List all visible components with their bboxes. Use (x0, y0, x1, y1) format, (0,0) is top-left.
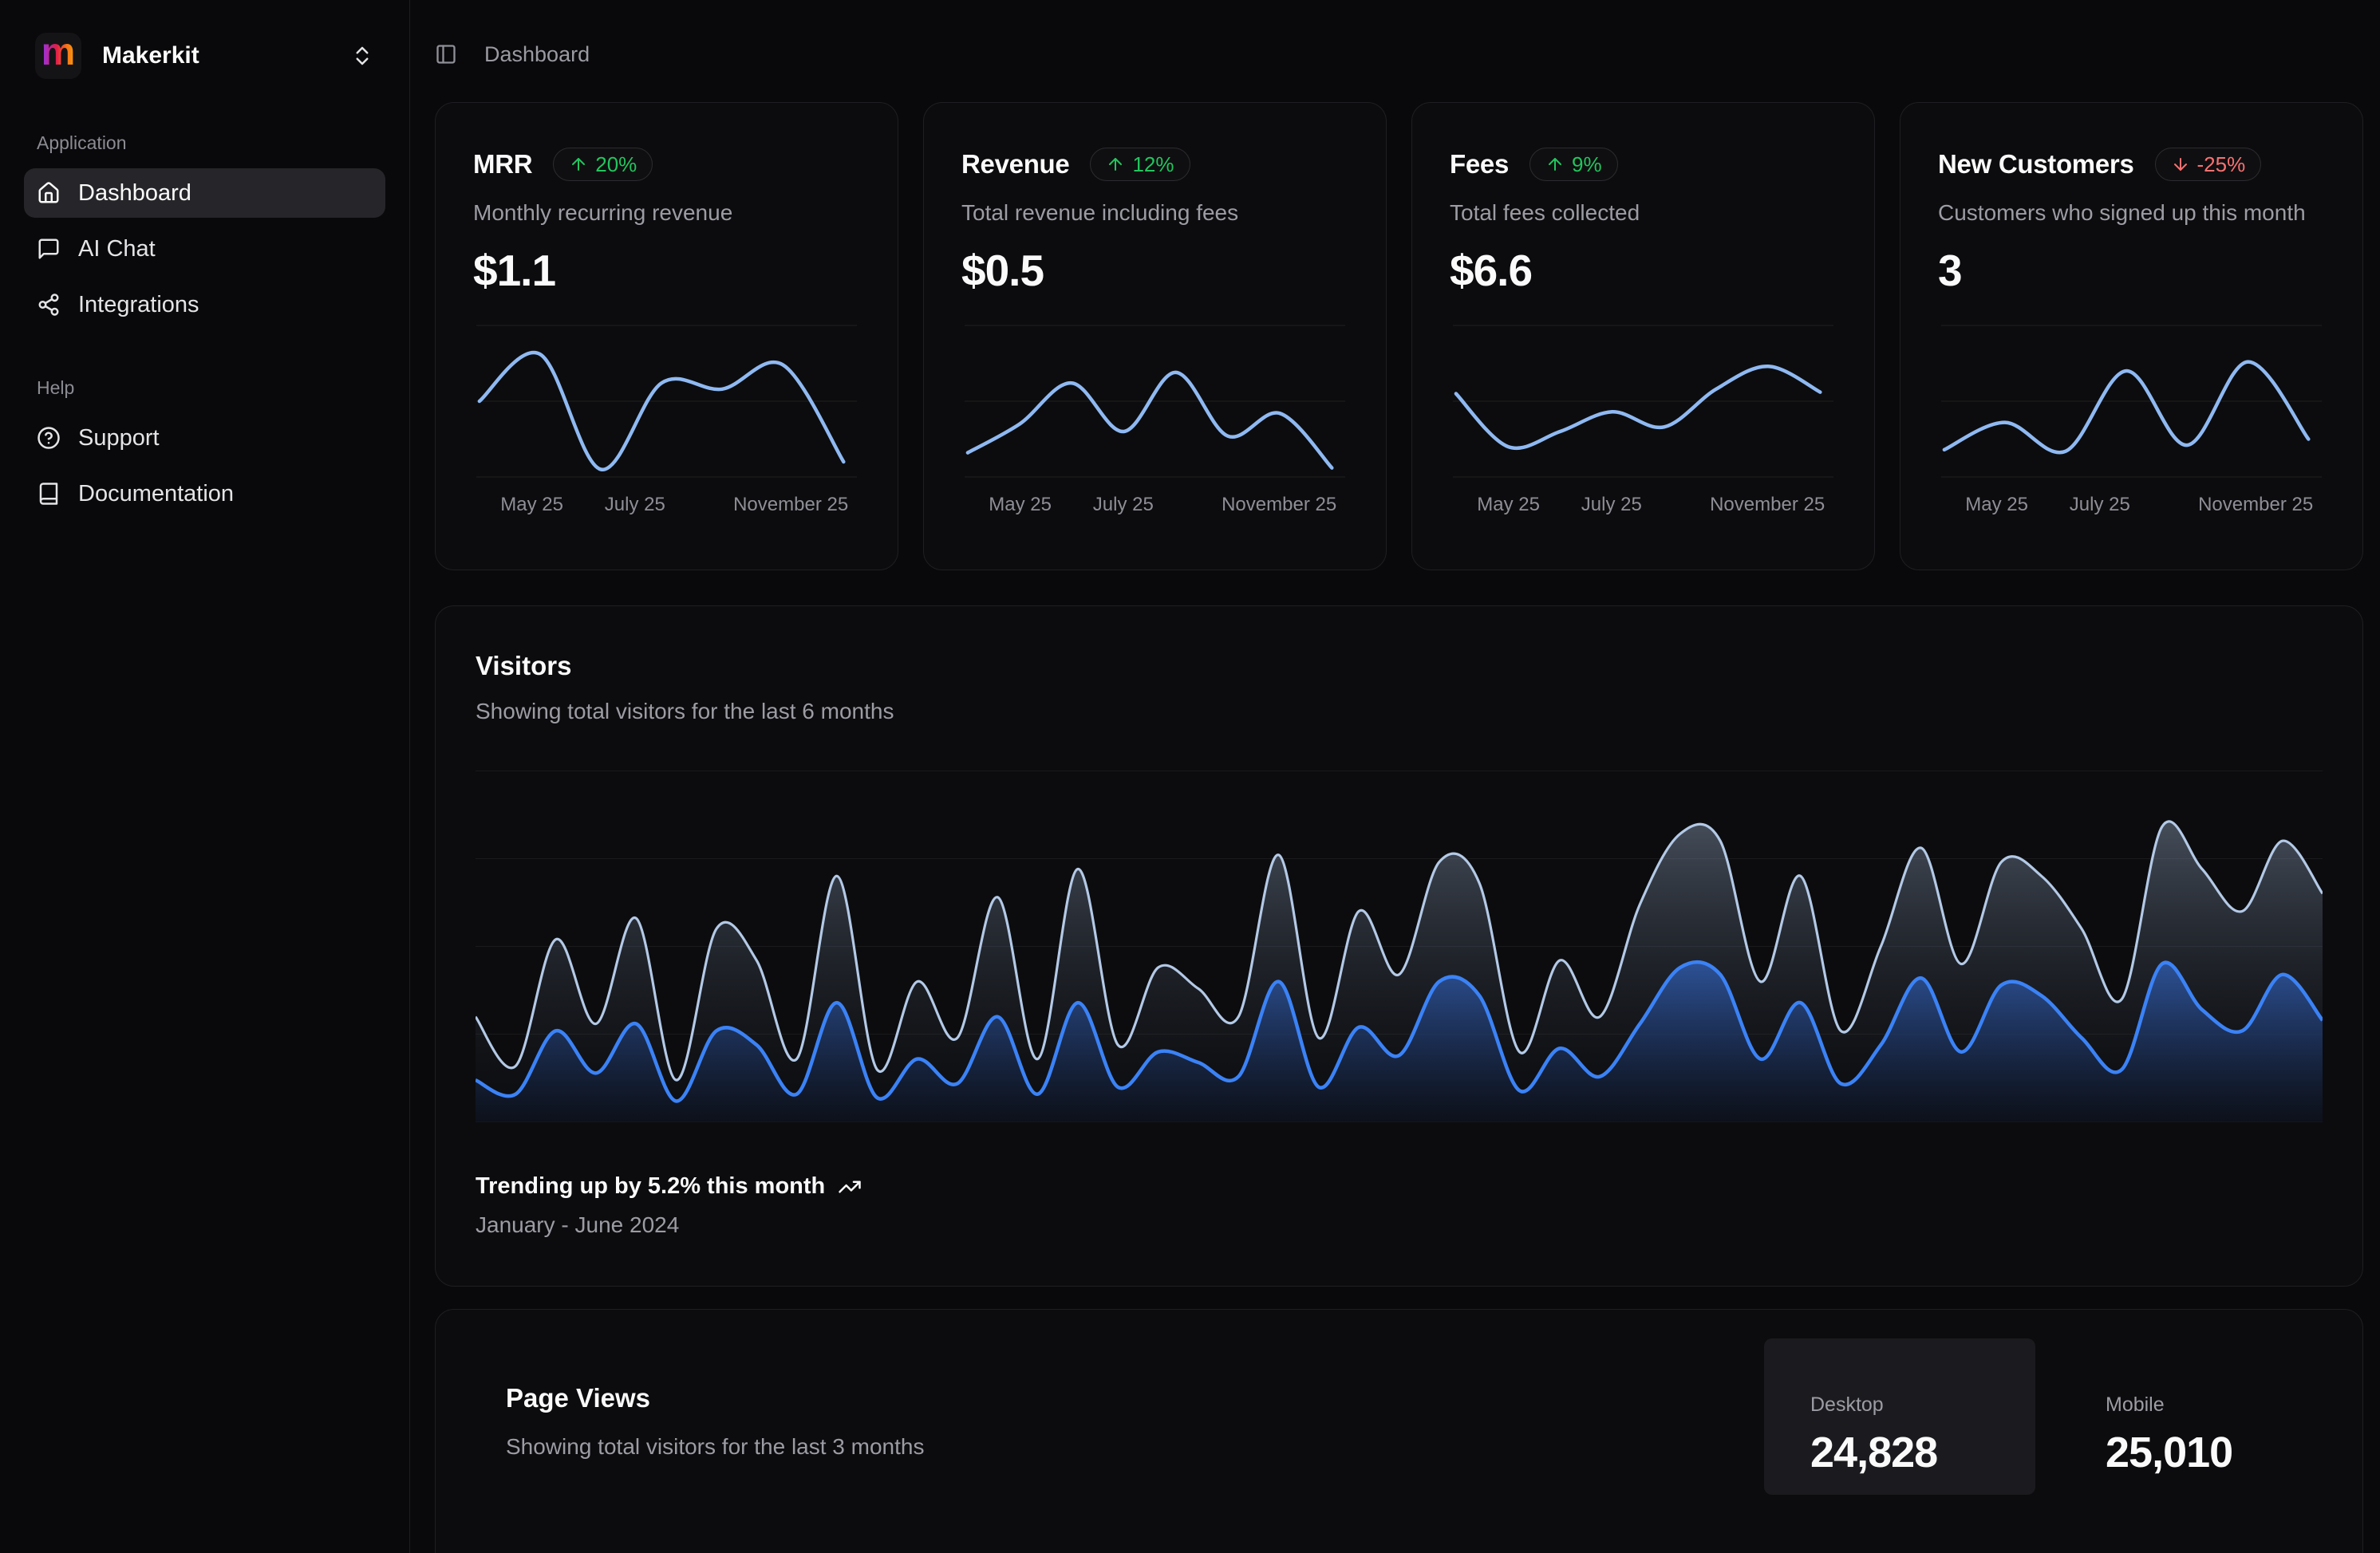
stat-card-value: 3 (1938, 245, 2325, 296)
sidebar-item-label: Integrations (78, 292, 199, 318)
stat-card-mrr: MRR 20% Monthly recurring revenue $1.1 M… (435, 102, 898, 570)
arrow-up-icon (569, 155, 588, 174)
stat-card-revenue: Revenue 12% Total revenue including fees… (923, 102, 1387, 570)
sidebar-nav: Application Dashboard AI Chat Integratio… (24, 132, 385, 518)
trend-badge-value: -25% (2197, 152, 2246, 177)
axis-label: May 25 (1477, 494, 1540, 516)
visitors-trend-text: Trending up by 5.2% this month (476, 1173, 825, 1200)
stat-card-subtitle: Customers who signed up this month (1938, 200, 2325, 226)
visitors-card: Visitors Showing total visitors for the … (435, 605, 2363, 1287)
page-views-tabs: Desktop 24,828 Mobile 25,010 (1764, 1338, 2331, 1495)
section-label-application: Application (37, 132, 373, 154)
sidebar-item-documentation[interactable]: Documentation (24, 469, 385, 518)
sparkline-chart: May 25 July 25 November 25 (1938, 320, 2325, 559)
sidebar-item-label: Dashboard (78, 180, 191, 207)
sidebar-item-dashboard[interactable]: Dashboard (24, 168, 385, 218)
stat-card-value: $0.5 (961, 245, 1348, 296)
sidebar: m Makerkit Application Dashboard AI Chat… (0, 0, 410, 1553)
visitors-subtitle: Showing total visitors for the last 6 mo… (476, 699, 2323, 724)
page-views-tab-value: 25,010 (2106, 1428, 2331, 1477)
stat-card-title: New Customers (1938, 149, 2134, 179)
home-icon (37, 181, 61, 205)
axis-label: November 25 (733, 494, 848, 516)
sparkline-chart: May 25 July 25 November 25 (1450, 320, 1837, 559)
breadcrumb: Dashboard (484, 42, 590, 67)
stat-card-header: Fees 9% (1450, 148, 1837, 181)
trending-up-icon (838, 1175, 862, 1199)
help-icon (37, 426, 61, 450)
axis-label: November 25 (1710, 494, 1825, 516)
stat-card-subtitle: Total revenue including fees (961, 200, 1348, 226)
axis-label: May 25 (1965, 494, 2028, 516)
sparkline-svg (473, 320, 860, 483)
arrow-up-icon (1545, 155, 1565, 174)
page-views-tab-label: Desktop (1810, 1393, 2035, 1417)
sidebar-item-label: Support (78, 425, 160, 451)
trend-badge: 12% (1090, 148, 1190, 181)
page-views-tab-label: Mobile (2106, 1393, 2331, 1417)
arrow-down-icon (2171, 155, 2190, 174)
section-label-help: Help (37, 377, 373, 399)
stat-card-header: Revenue 12% (961, 148, 1348, 181)
arrow-up-icon (1106, 155, 1125, 174)
trend-badge: 20% (553, 148, 653, 181)
stat-card-header: New Customers -25% (1938, 148, 2325, 181)
sidebar-item-support[interactable]: Support (24, 413, 385, 463)
stat-card-grid: MRR 20% Monthly recurring revenue $1.1 M… (435, 102, 2363, 570)
stat-card-subtitle: Monthly recurring revenue (473, 200, 860, 226)
axis-label: July 25 (1581, 494, 1642, 516)
share-icon (37, 293, 61, 317)
stat-card-new-customers: New Customers -25% Customers who signed … (1900, 102, 2363, 570)
axis-label: November 25 (1222, 494, 1336, 516)
axis-label: May 25 (500, 494, 563, 516)
trend-badge: -25% (2155, 148, 2262, 181)
trend-badge: 9% (1529, 148, 1618, 181)
axis-label: July 25 (1093, 494, 1154, 516)
trend-badge-value: 12% (1132, 152, 1174, 177)
main-content: Dashboard MRR 20% Monthly recurring reve… (410, 0, 2380, 1553)
axis-label: July 25 (605, 494, 665, 516)
stat-card-value: $1.1 (473, 245, 860, 296)
sidebar-item-label: Documentation (78, 481, 234, 507)
sparkline-svg (1450, 320, 1837, 483)
page-views-tab-value: 24,828 (1810, 1428, 2035, 1477)
sidebar-item-ai-chat[interactable]: AI Chat (24, 224, 385, 274)
stat-card-value: $6.6 (1450, 245, 1837, 296)
chat-icon (37, 237, 61, 261)
sparkline-chart: May 25 July 25 November 25 (473, 320, 860, 559)
stat-card-title: Revenue (961, 149, 1069, 179)
stat-card-header: MRR 20% (473, 148, 860, 181)
makerkit-logo: m (35, 33, 81, 79)
visitors-title: Visitors (476, 651, 2323, 681)
axis-label: November 25 (2198, 494, 2313, 516)
trend-badge-value: 20% (595, 152, 637, 177)
visitors-chart (476, 771, 2323, 1122)
sidebar-item-label: AI Chat (78, 236, 156, 262)
book-icon (37, 482, 61, 506)
stat-card-subtitle: Total fees collected (1450, 200, 1837, 226)
axis-label: July 25 (2070, 494, 2130, 516)
sparkline-chart: May 25 July 25 November 25 (961, 320, 1348, 559)
page-views-card: Page Views Showing total visitors for th… (435, 1309, 2363, 1553)
sidebar-item-integrations[interactable]: Integrations (24, 280, 385, 329)
logo-letter: m (41, 34, 76, 78)
trend-badge-value: 9% (1572, 152, 1602, 177)
workspace-switcher[interactable]: m Makerkit (24, 22, 385, 89)
visitors-date-range: January - June 2024 (476, 1212, 2323, 1238)
page-views-tab-desktop[interactable]: Desktop 24,828 (1764, 1338, 2035, 1495)
stat-card-fees: Fees 9% Total fees collected $6.6 May 25… (1411, 102, 1875, 570)
chevrons-up-down-icon (350, 44, 374, 68)
stat-card-title: MRR (473, 149, 532, 179)
stat-card-title: Fees (1450, 149, 1509, 179)
visitors-chart-svg (476, 771, 2323, 1122)
sparkline-svg (961, 320, 1348, 483)
topbar: Dashboard (435, 37, 2363, 72)
sidebar-toggle-icon[interactable] (435, 43, 457, 65)
page-views-tab-mobile[interactable]: Mobile 25,010 (2059, 1338, 2331, 1495)
sparkline-svg (1938, 320, 2325, 483)
visitors-footer: Trending up by 5.2% this month (476, 1173, 2323, 1200)
brand-name: Makerkit (102, 42, 199, 69)
axis-label: May 25 (989, 494, 1052, 516)
